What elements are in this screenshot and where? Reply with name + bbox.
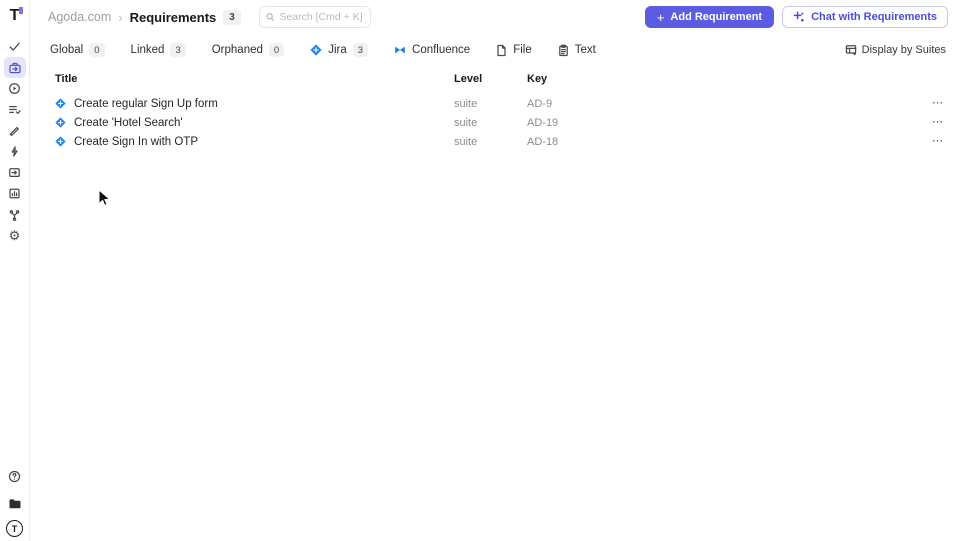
filter-label: File [513,44,532,56]
filter-linked[interactable]: Linked 3 [131,43,186,57]
file-icon [497,44,506,56]
requirement-title-cell: Create Sign In with OTP [55,136,454,148]
display-toggle-label: Display by Suites [861,44,946,56]
table-layout-icon [845,45,856,56]
jira-icon [55,98,66,109]
display-by-suites-toggle[interactable]: Display by Suites [845,44,946,56]
filter-confluence[interactable]: Confluence [394,44,470,56]
requirement-title-cell: Create 'Hotel Search' [55,117,454,129]
filter-count-badge: 0 [268,43,285,57]
add-requirement-button[interactable]: + Add Requirement [644,6,775,28]
row-menu-button[interactable]: ⋯ [922,136,960,147]
filter-label: Confluence [412,44,471,56]
sidebar-item-settings[interactable]: ⚙ [4,225,26,246]
requirements-table: Title Level Key Create regular Sign Up f… [30,70,960,151]
requirements-count-badge: 3 [223,9,241,25]
filter-orphaned[interactable]: Orphaned 0 [211,43,285,57]
table-row[interactable]: Create regular Sign Up form suite AD-9 ⋯ [30,94,960,113]
requirement-key: AD-9 [527,97,553,110]
folder-icon [9,498,20,508]
filter-global[interactable]: Global 0 [50,43,105,57]
app-logo[interactable]: T [4,5,26,27]
user-avatar[interactable]: T [6,520,23,537]
filter-count-badge: 3 [352,43,369,57]
requirements-briefcase-icon [8,62,21,73]
app-window: T ⚙ T Agoda.com › Requirements 3 Search … [0,0,960,541]
avatar-letter: T [11,523,18,534]
search-icon [266,13,275,21]
sidebar-item-reports[interactable] [4,183,26,204]
table-header: Title Level Key [30,70,960,88]
sidebar: T ⚙ T [0,0,30,541]
sidebar-item-editor[interactable] [4,120,26,141]
table-row[interactable]: Create Sign In with OTP suite AD-18 ⋯ [30,132,960,151]
run-history-icon [9,83,20,94]
requirement-title-cell: Create regular Sign Up form [55,98,454,110]
filter-text[interactable]: Text [558,44,596,57]
filter-label: Linked [130,44,165,56]
requirement-level: suite [454,135,478,148]
filter-file[interactable]: File [496,44,532,57]
confluence-icon [395,46,405,54]
sidebar-item-runs[interactable] [4,78,26,99]
plus-icon: + [656,9,665,25]
jira-icon [55,117,66,128]
search-box[interactable] [258,6,371,28]
pencil-icon [9,126,19,136]
filter-label: Text [574,44,596,56]
top-bar: Agoda.com › Requirements 3 + Add Require… [30,0,960,34]
sidebar-item-automation[interactable] [4,141,26,162]
filter-label: Jira [328,44,347,56]
chat-with-requirements-button[interactable]: Chat with Requirements [782,6,948,28]
checklist-icon [9,105,21,115]
logo-accent [18,7,23,14]
requirement-level: suite [454,97,478,110]
jira-icon [55,136,66,147]
sidebar-item-checks[interactable] [4,36,26,57]
sidebar-item-requirements[interactable] [3,57,26,78]
filter-label: Global [50,44,84,56]
requirement-level: suite [454,116,478,129]
help-icon [8,470,21,483]
sidebar-item-help[interactable] [4,466,26,487]
table-row[interactable]: Create 'Hotel Search' suite AD-19 ⋯ [30,113,960,132]
main-area: Agoda.com › Requirements 3 + Add Require… [30,0,960,541]
branch-icon [9,210,20,221]
sidebar-item-projects[interactable] [4,493,26,514]
report-chart-icon [9,188,20,199]
clipboard-icon [558,44,568,56]
requirement-title: Create 'Hotel Search' [74,116,183,129]
breadcrumb-separator-icon: › [118,9,123,25]
column-key: Key [527,73,548,85]
sidebar-item-test-cases[interactable] [4,99,26,120]
filter-count-badge: 3 [170,43,186,57]
check-icon [9,42,20,51]
breadcrumb-parent[interactable]: Agoda.com [48,10,111,24]
filter-count-badge: 0 [89,43,105,57]
column-title: Title [55,73,78,85]
breadcrumb-current: Requirements [129,9,217,25]
column-level: Level [454,73,483,85]
sidebar-item-import[interactable] [4,162,26,183]
sidebar-item-branches[interactable] [4,204,26,225]
sidebar-bottom: T [4,466,26,537]
settings-gear-icon: ⚙ [8,228,21,243]
sparkles-icon [793,11,804,22]
add-requirement-label: Add Requirement [670,11,763,23]
search-input[interactable] [279,11,364,23]
chat-button-label: Chat with Requirements [811,11,937,23]
requirement-key: AD-19 [527,116,559,129]
jira-icon [310,44,322,56]
filter-jira[interactable]: Jira 3 [310,43,369,57]
bolt-icon [11,146,18,157]
requirement-title: Create regular Sign Up form [74,97,218,110]
requirement-title: Create Sign In with OTP [74,135,198,148]
import-icon [9,168,20,178]
filter-row: Global 0 Linked 3 Orphaned 0 Jira 3 Conf… [30,38,960,62]
row-menu-button[interactable]: ⋯ [922,117,960,128]
row-menu-button[interactable]: ⋯ [922,98,960,109]
filter-label: Orphaned [211,44,263,56]
requirement-key: AD-18 [527,135,559,148]
